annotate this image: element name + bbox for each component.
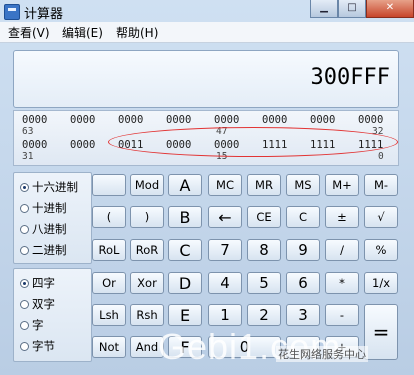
calculator-window: 计算器 ▁ □ ✕ 查看(V) 编辑(E) 帮助(H) 300FFF 0000 … [0, 0, 414, 375]
radio-label: 十进制 [32, 201, 67, 215]
digit-7-button[interactable]: 7 [208, 239, 242, 261]
hex-b-button[interactable]: B [168, 206, 202, 228]
menu-bar: 查看(V) 编辑(E) 帮助(H) [0, 22, 414, 43]
subtract-button[interactable]: - [325, 304, 359, 326]
open-paren-button[interactable]: ( [92, 206, 126, 228]
hex-c-button[interactable]: C [168, 239, 202, 261]
window-title: 计算器 [24, 7, 64, 22]
display-value: 300FFF [310, 65, 390, 90]
multiply-button[interactable]: * [325, 272, 359, 294]
word-size-group: 四字 双字 字 字节 [13, 268, 92, 362]
close-paren-button[interactable]: ) [130, 206, 164, 228]
mc-button[interactable]: MC [208, 174, 242, 196]
or-button[interactable]: Or [92, 272, 126, 294]
radio-dot [20, 341, 29, 351]
radio-oct[interactable]: 八进制 [20, 221, 67, 237]
radio-word[interactable]: 字 [20, 317, 44, 333]
equals-button[interactable]: = [364, 304, 398, 360]
hex-e-button[interactable]: E [168, 304, 202, 326]
radio-dword[interactable]: 双字 [20, 296, 55, 312]
mr-button[interactable]: MR [247, 174, 281, 196]
minimize-button[interactable]: ▁ [310, 0, 338, 18]
radio-label: 八进制 [32, 222, 67, 236]
blank-button [92, 174, 126, 196]
radio-dec[interactable]: 十进制 [20, 200, 67, 216]
digit-2-button[interactable]: 2 [247, 304, 281, 326]
not-button[interactable]: Not [92, 336, 126, 358]
watermark-caption: 花生网络服务中心 [276, 346, 368, 362]
sqrt-button[interactable]: √ [364, 206, 398, 228]
radio-label: 四字 [32, 276, 55, 290]
close-button[interactable]: ✕ [366, 0, 414, 18]
ce-button[interactable]: CE [247, 206, 281, 228]
radio-label: 字节 [32, 339, 55, 353]
bit-group[interactable]: 0000 [22, 114, 47, 126]
digit-4-button[interactable]: 4 [208, 272, 242, 294]
radio-dot [20, 245, 29, 255]
divide-button[interactable]: / [325, 239, 359, 261]
bit-group[interactable]: 0000 [22, 139, 47, 151]
negate-button[interactable]: ± [325, 206, 359, 228]
ror-button[interactable]: RoR [130, 239, 164, 261]
bit-group[interactable]: 0000 [166, 114, 191, 126]
m-plus-button[interactable]: M+ [325, 174, 359, 196]
radio-bin[interactable]: 二进制 [20, 242, 67, 258]
radio-label: 双字 [32, 297, 55, 311]
radio-label: 二进制 [32, 243, 67, 257]
radio-dot [20, 299, 29, 309]
bit-group[interactable]: 0000 [310, 114, 335, 126]
percent-button[interactable]: % [364, 239, 398, 261]
digit-5-button[interactable]: 5 [247, 272, 281, 294]
radio-dot [20, 203, 29, 213]
ms-button[interactable]: MS [286, 174, 320, 196]
radio-label: 十六进制 [32, 180, 78, 194]
result-display: 300FFF [13, 50, 399, 108]
radio-label: 字 [32, 318, 44, 332]
digit-9-button[interactable]: 9 [286, 239, 320, 261]
xor-button[interactable]: Xor [130, 272, 164, 294]
bit-group[interactable]: 0000 [70, 114, 95, 126]
bit-group[interactable]: 0000 [214, 114, 239, 126]
bit-group[interactable]: 0000 [70, 139, 95, 151]
bit-group[interactable]: 0000 [358, 114, 383, 126]
maximize-button[interactable]: □ [338, 0, 366, 18]
m-minus-button[interactable]: M- [364, 174, 398, 196]
digit-6-button[interactable]: 6 [286, 272, 320, 294]
mod-button[interactable]: Mod [130, 174, 164, 196]
bit-position-label: 0 [378, 151, 384, 162]
menu-view[interactable]: 查看(V) [8, 24, 50, 41]
window-controls: ▁ □ ✕ [310, 0, 414, 19]
title-bar: 计算器 ▁ □ ✕ [0, 0, 414, 22]
calculator-icon [4, 4, 20, 20]
radio-dot [20, 278, 29, 288]
radio-qword[interactable]: 四字 [20, 275, 55, 291]
bit-group[interactable]: 0000 [262, 114, 287, 126]
radio-hex[interactable]: 十六进制 [20, 179, 78, 195]
radio-byte[interactable]: 字节 [20, 338, 55, 354]
bit-position-label: 31 [22, 151, 34, 162]
radio-dot [20, 320, 29, 330]
rol-button[interactable]: RoL [92, 239, 126, 261]
digit-1-button[interactable]: 1 [208, 304, 242, 326]
hex-a-button[interactable]: A [168, 174, 202, 196]
bit-group[interactable]: 0000 [118, 114, 143, 126]
menu-edit[interactable]: 编辑(E) [62, 24, 103, 41]
hex-d-button[interactable]: D [168, 272, 202, 294]
radio-dot [20, 182, 29, 192]
backspace-button[interactable]: ← [208, 206, 242, 228]
radix-group: 十六进制 十进制 八进制 二进制 [13, 172, 92, 264]
highlight-circle [108, 127, 398, 157]
clear-button[interactable]: C [286, 206, 320, 228]
digit-3-button[interactable]: 3 [286, 304, 320, 326]
rsh-button[interactable]: Rsh [130, 304, 164, 326]
radio-dot [20, 224, 29, 234]
menu-help[interactable]: 帮助(H) [116, 24, 158, 41]
reciprocal-button[interactable]: 1/x [364, 272, 398, 294]
bit-position-label: 63 [22, 126, 34, 137]
digit-8-button[interactable]: 8 [247, 239, 281, 261]
lsh-button[interactable]: Lsh [92, 304, 126, 326]
